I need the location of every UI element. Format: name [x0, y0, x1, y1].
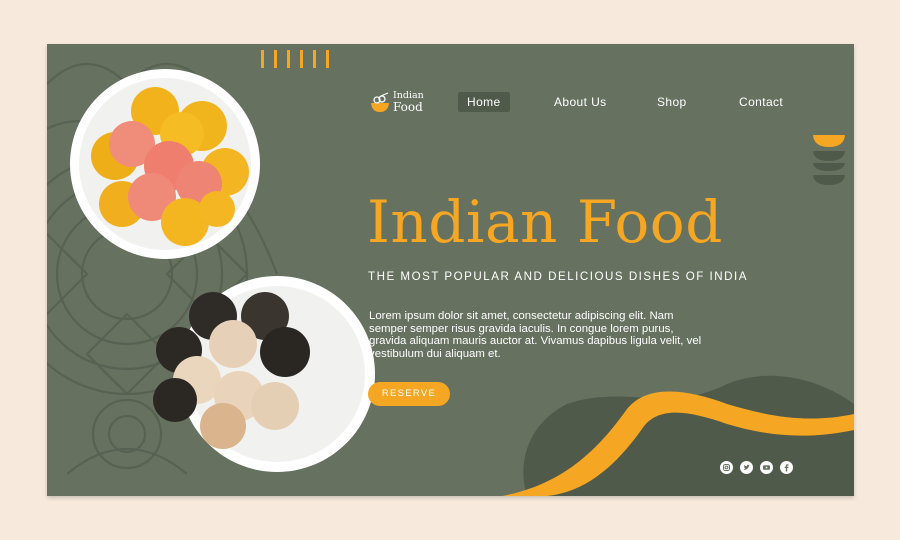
twitter-icon[interactable] [740, 461, 753, 474]
reserve-button[interactable]: RESERVE [368, 382, 450, 406]
brand-logo[interactable]: Indian Food [369, 90, 439, 116]
plate-sesame [153, 276, 375, 472]
nav-about-us[interactable]: About Us [554, 92, 607, 112]
brand-line2: Food [393, 100, 423, 114]
landing-page: Indian Food Home About Us Shop Contact I… [47, 44, 854, 496]
hero-subtitle: THE MOST POPULAR AND DELICIOUS DISHES OF… [368, 270, 748, 283]
nav-shop[interactable]: Shop [657, 92, 687, 112]
hero-body: Lorem ipsum dolor sit amet, consectetur … [369, 310, 702, 360]
tick-marks-decoration [261, 50, 329, 68]
bowl-icon [371, 92, 389, 112]
half-circle-decoration [813, 135, 845, 185]
instagram-icon[interactable] [720, 461, 733, 474]
youtube-icon[interactable] [760, 461, 773, 474]
hero-title: Indian Food [367, 188, 723, 256]
plate-laddoo [70, 69, 260, 259]
brand-name: Indian Food [393, 91, 424, 114]
nav-home[interactable]: Home [458, 92, 510, 112]
nav-contact[interactable]: Contact [739, 92, 783, 112]
facebook-icon[interactable] [780, 461, 793, 474]
